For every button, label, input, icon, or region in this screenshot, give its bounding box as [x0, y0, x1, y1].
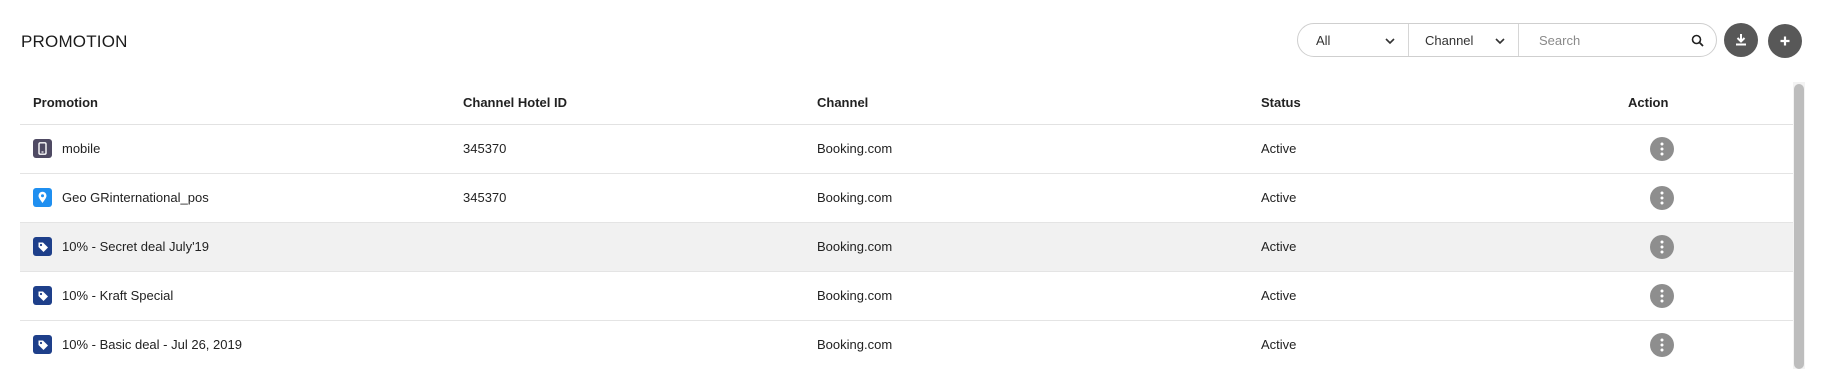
channel-hotel-id [463, 222, 817, 272]
channel-hotel-id [463, 271, 817, 321]
status-text: Active [1261, 271, 1628, 321]
status-filter-value: All [1316, 32, 1331, 48]
channel-name: Booking.com [817, 222, 1261, 272]
tag-icon [33, 237, 52, 256]
column-header-channel-hotel-id[interactable]: Channel Hotel ID [463, 82, 817, 125]
row-action-button[interactable] [1650, 234, 1674, 259]
kebab-menu-icon [1660, 142, 1664, 155]
channel-hotel-id: 345370 [463, 173, 817, 223]
status-text: Active [1261, 222, 1628, 272]
promotion-name: Geo GRinternational_pos [62, 190, 209, 205]
table-row[interactable]: mobile 345370 Booking.com Active [20, 124, 1793, 174]
search-icon[interactable] [1691, 34, 1704, 47]
add-promotion-button[interactable] [1768, 24, 1802, 58]
row-action-button[interactable] [1650, 185, 1674, 210]
table-row[interactable]: Geo GRinternational_pos 345370 Booking.c… [20, 173, 1793, 223]
plus-icon [1780, 36, 1790, 46]
chevron-down-icon [1385, 38, 1395, 45]
status-filter-select[interactable]: All [1298, 24, 1409, 56]
column-header-status[interactable]: Status [1261, 82, 1628, 125]
column-header-promotion[interactable]: Promotion [20, 82, 463, 125]
channel-filter-select[interactable]: Channel [1409, 24, 1519, 56]
channel-name: Booking.com [817, 124, 1261, 174]
mobile-icon [33, 139, 52, 158]
promotion-name: mobile [62, 141, 101, 156]
kebab-menu-icon [1660, 289, 1664, 302]
kebab-menu-icon [1660, 191, 1664, 204]
location-pin-icon [33, 188, 52, 207]
kebab-menu-icon [1660, 240, 1664, 253]
channel-name: Booking.com [817, 320, 1261, 369]
search-box [1519, 24, 1716, 56]
search-input[interactable] [1539, 32, 1689, 48]
channel-name: Booking.com [817, 173, 1261, 223]
promotion-name: 10% - Basic deal - Jul 26, 2019 [62, 337, 242, 352]
promotion-table-container: Promotion Channel Hotel ID Channel Statu… [20, 82, 1793, 369]
promotion-name: 10% - Kraft Special [62, 288, 174, 303]
channel-filter-value: Channel [1425, 32, 1474, 48]
status-text: Active [1261, 173, 1628, 223]
promotion-name: 10% - Secret deal July'19 [62, 239, 210, 254]
channel-hotel-id [463, 320, 817, 369]
row-action-button[interactable] [1650, 283, 1674, 308]
column-header-action: Action [1628, 82, 1793, 125]
kebab-menu-icon [1660, 338, 1664, 351]
status-text: Active [1261, 320, 1628, 369]
column-header-channel[interactable]: Channel [817, 82, 1261, 125]
page-header: PROMOTION All Channel [0, 0, 1831, 80]
table-header-row: Promotion Channel Hotel ID Channel Statu… [20, 82, 1793, 125]
table-row[interactable]: 10% - Secret deal July'19 Booking.com Ac… [20, 222, 1793, 272]
scrollbar-thumb[interactable] [1794, 84, 1804, 369]
channel-name: Booking.com [817, 271, 1261, 321]
download-icon [1736, 34, 1746, 46]
tag-icon [33, 335, 52, 354]
row-action-button[interactable] [1650, 136, 1674, 161]
channel-hotel-id: 345370 [463, 124, 817, 174]
filter-bar: All Channel [1297, 23, 1717, 57]
promotion-table: Promotion Channel Hotel ID Channel Statu… [20, 82, 1793, 369]
table-row[interactable]: 10% - Basic deal - Jul 26, 2019 Booking.… [20, 320, 1793, 369]
download-button[interactable] [1724, 23, 1758, 57]
status-text: Active [1261, 124, 1628, 174]
table-row[interactable]: 10% - Kraft Special Booking.com Active [20, 271, 1793, 321]
page-title: PROMOTION [21, 32, 128, 51]
chevron-down-icon [1495, 38, 1505, 45]
row-action-button[interactable] [1650, 332, 1674, 357]
tag-icon [33, 286, 52, 305]
